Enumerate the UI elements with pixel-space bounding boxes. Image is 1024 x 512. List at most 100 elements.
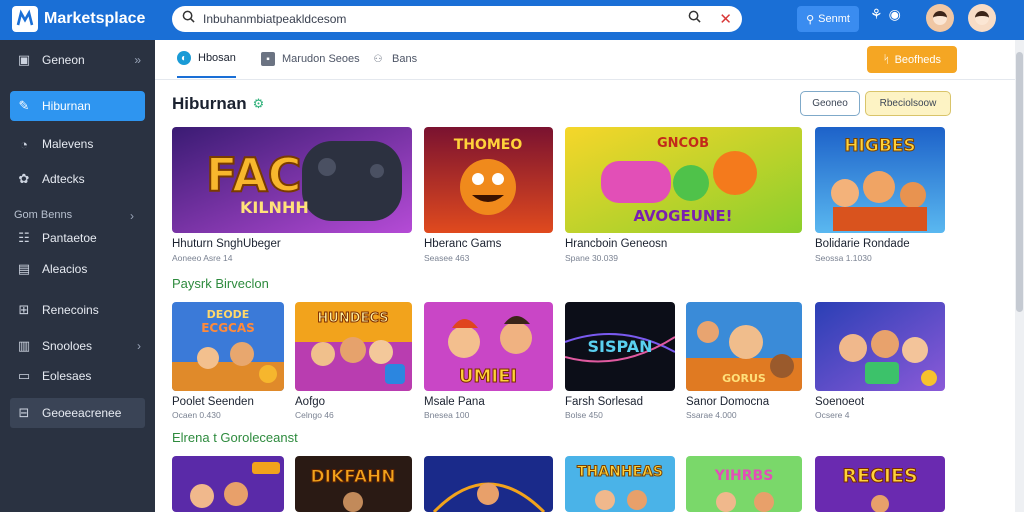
thumbnail-text: RECIES	[842, 465, 917, 487]
search-bar[interactable]: Inbuhanmbiatpeakldcesom ✕	[172, 6, 742, 32]
game-meta: Ocaen 0.430	[172, 410, 221, 420]
game-thumbnail: GORUS	[686, 302, 802, 391]
bolt-icon: ᛋ	[882, 53, 890, 66]
table-icon: ⊞	[18, 302, 30, 317]
sidebar-item-renecoins[interactable]: ⊞ Renecoins	[10, 295, 145, 325]
filter-button-rbeciolsoow[interactable]: Rbeciolsoow	[865, 91, 951, 116]
sidebar-item-label: Snooloes	[42, 339, 93, 353]
thumbnail-text: HUNDECS	[317, 311, 388, 326]
grid-icon: ▣	[17, 52, 31, 67]
header-action-label: Beofheds	[894, 53, 942, 66]
game-thumbnail: RECIES	[815, 456, 945, 512]
sidebar-item-eolesaes[interactable]: ▭ Eolesaes	[10, 361, 145, 391]
monitor-icon: ▭	[17, 368, 31, 383]
tab-hbosan[interactable]: ◐ Hbosan	[177, 40, 236, 78]
second-avatar[interactable]	[968, 4, 996, 32]
column-icon: ▥	[17, 338, 31, 353]
sidebar-item-aleacios[interactable]: ▤ Aleacios	[10, 254, 145, 284]
chat-icon: ▪	[261, 52, 275, 66]
game-thumbnail	[172, 456, 284, 512]
chevron-right-icon: ›	[130, 209, 134, 223]
wand-icon: ✎	[18, 98, 30, 113]
game-thumbnail	[815, 302, 945, 391]
section-title: Elrena t Goroleceanst	[172, 430, 298, 445]
sidebar-item-label: Adtecks	[42, 172, 85, 186]
game-thumbnail: YIHRBS	[686, 456, 802, 512]
page-title-text: Hiburnan	[172, 94, 247, 113]
sidebar-item-pantaetoe[interactable]: ☷ Pantaetoe	[10, 223, 145, 253]
thumbnail-text: KILNHH	[240, 198, 309, 217]
user-icon: ⚇	[373, 53, 383, 65]
clear-search-icon[interactable]: ✕	[719, 10, 732, 28]
sidebar-item-adtecks[interactable]: ✿ Adtecks	[10, 164, 145, 194]
game-meta: Ocsere 4	[815, 410, 850, 420]
filter-button-geoneo[interactable]: Geoneo	[800, 91, 860, 116]
sidebar-item-geoeeacrenee[interactable]: ⊟ Geoeeacrenee	[10, 398, 145, 428]
top-bar: Marketsplace Inbuhanmbiatpeakldcesom ✕ ⚲…	[0, 0, 1024, 40]
app-name: Marketsplace	[44, 10, 146, 27]
thumbnail-text: HIGBES	[844, 136, 915, 156]
chevron-right-icon: ›	[137, 339, 141, 353]
search-icon	[182, 10, 195, 28]
game-meta: Ssarae 4.000	[686, 410, 737, 420]
search-button[interactable]: ⚲ Senmt	[797, 6, 859, 32]
sidebar-item-label: Aleacios	[42, 262, 88, 276]
thumbnail-text: GNCOB	[657, 136, 709, 151]
search-input[interactable]: Inbuhanmbiatpeakldcesom	[195, 12, 688, 26]
game-thumbnail: HIGBES	[815, 127, 945, 233]
sidebar: ▣ Geneon » ✎ Hiburnan ◔ Malevens ✿ Adtec…	[0, 40, 155, 512]
scrollbar-thumb[interactable]	[1016, 52, 1023, 312]
search-button-label: Senmt	[818, 13, 850, 25]
sidebar-item-snooloes[interactable]: ▥ Snooloes ›	[10, 331, 145, 361]
game-title: Poolet Seenden	[172, 396, 254, 408]
game-title: Farsh Sorlesad	[565, 396, 643, 408]
app-logo[interactable]: Marketsplace	[12, 6, 145, 32]
scrollbar[interactable]	[1015, 40, 1024, 512]
document-icon: ▤	[17, 261, 31, 276]
game-meta: Aoneeo Asre 14	[172, 253, 233, 263]
game-thumbnail: DIKFAHN	[295, 456, 412, 512]
list-icon: ☷	[18, 230, 30, 245]
sidebar-item-label: Eolesaes	[42, 369, 92, 383]
gift-icon[interactable]: ⚘	[870, 6, 883, 23]
thumbnail-text: THOMEO	[454, 137, 523, 153]
gauge-icon: ◔	[20, 136, 28, 152]
sidebar-item-geneon[interactable]: ▣ Geneon »	[10, 45, 145, 75]
search-submit-icon[interactable]	[688, 10, 702, 28]
sidebar-item-hiburnan[interactable]: ✎ Hiburnan	[10, 91, 145, 121]
game-thumbnail	[424, 456, 553, 512]
game-meta: Seossa 1.1030	[815, 253, 872, 263]
game-meta: Bnesea 100	[424, 410, 470, 420]
page-title: Hiburnan ⚙	[172, 94, 264, 114]
game-thumbnail: HUNDECS	[295, 302, 412, 391]
game-thumbnail: FAC KILNHH	[172, 127, 412, 233]
thumbnail-text: GORUS	[722, 372, 766, 385]
section-title: Paysrk Birveclon	[172, 276, 269, 291]
game-thumbnail: UMIEI	[424, 302, 553, 391]
game-meta: Seasee 463	[424, 253, 470, 263]
sidebar-section-label: Gom Benns	[14, 209, 73, 221]
search-small-icon: ⚲	[806, 13, 815, 26]
game-title: Hrancboin Geneosn	[565, 238, 668, 250]
globe-icon: ◐	[177, 51, 191, 65]
game-meta: Spane 30.039	[565, 253, 618, 263]
thumbnail-text: THANHEAS	[577, 464, 663, 480]
game-meta: Celngo 46	[295, 410, 334, 420]
collapse-icon[interactable]: »	[134, 53, 141, 67]
sidebar-section-header[interactable]: Gom Benns ›	[14, 209, 134, 223]
settings-ring-icon[interactable]: ◉	[889, 6, 901, 23]
top-icons: ⚘ ◉	[870, 6, 901, 23]
sidebar-item-malevens[interactable]: ◔ Malevens	[10, 129, 145, 159]
tab-bans[interactable]: ⚇ Bans	[371, 40, 418, 78]
game-thumbnail: THANHEAS	[565, 456, 675, 512]
thumbnail-text: ECGCAS	[201, 321, 255, 335]
game-thumbnail: SISPAN	[565, 302, 675, 391]
calendar-icon: ⊟	[18, 405, 30, 420]
tab-label: Marudon Seoes	[282, 53, 360, 65]
header-action-button[interactable]: ᛋ Beofheds	[867, 46, 957, 73]
user-avatar[interactable]	[926, 4, 954, 32]
sidebar-item-label: Pantaetoe	[42, 231, 97, 245]
tab-label: Bans	[392, 53, 418, 65]
game-title: Soenoeot	[815, 396, 865, 408]
tab-marudon-seoes[interactable]: ▪ Marudon Seoes	[261, 40, 360, 78]
